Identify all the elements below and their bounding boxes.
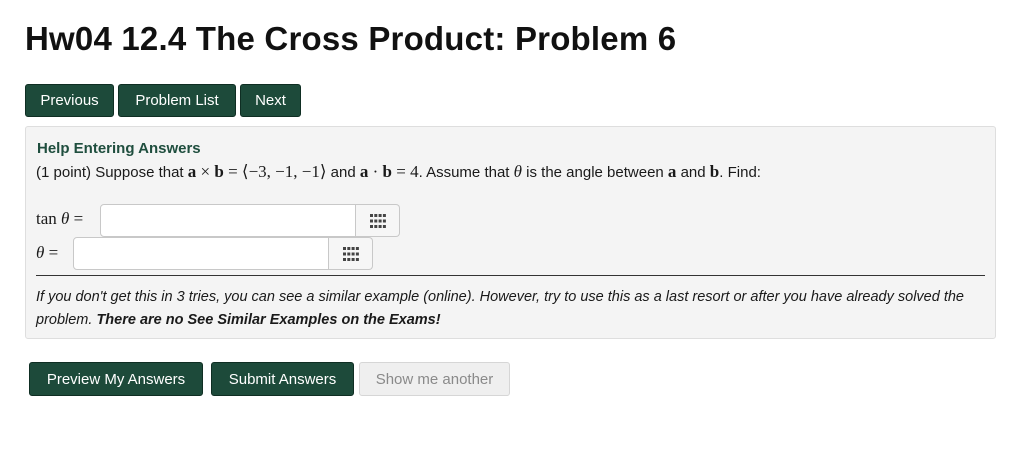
page: Hw04 12.4 The Cross Product: Problem 6 P… [0,0,1024,462]
page-title: Hw04 12.4 The Cross Product: Problem 6 [25,20,677,57]
answer-input-tan-theta[interactable] [100,204,356,237]
answer-palette-button-1[interactable] [356,204,400,237]
answer-input-theta[interactable] [73,237,329,270]
grid-icon [342,246,359,261]
exam-warning: There are no See Similar Examples on the… [96,312,441,328]
submit-answers-button[interactable]: Submit Answers [211,362,354,396]
problem-statement: (1 point) Suppose that a × b = ⟨−3, −1, … [36,162,761,181]
next-button[interactable]: Next [240,84,301,117]
answer-palette-button-2[interactable] [329,237,373,270]
previous-button[interactable]: Previous [25,84,114,117]
problem-panel: Help Entering Answers (1 point) Suppose … [25,126,996,339]
problem-list-button[interactable]: Problem List [118,84,236,117]
problem-points: (1 point) [36,164,92,181]
help-entering-answers-link[interactable]: Help Entering Answers [37,140,201,157]
answer-label-tan-theta: tan θ = [36,209,84,228]
divider [36,275,985,276]
answer-label-theta: θ = [36,243,59,262]
preview-answers-button[interactable]: Preview My Answers [29,362,203,396]
grid-icon [369,213,386,228]
similar-example-hint: If you don't get this in 3 tries, you ca… [36,289,964,328]
show-me-another-button[interactable]: Show me another [359,362,510,396]
